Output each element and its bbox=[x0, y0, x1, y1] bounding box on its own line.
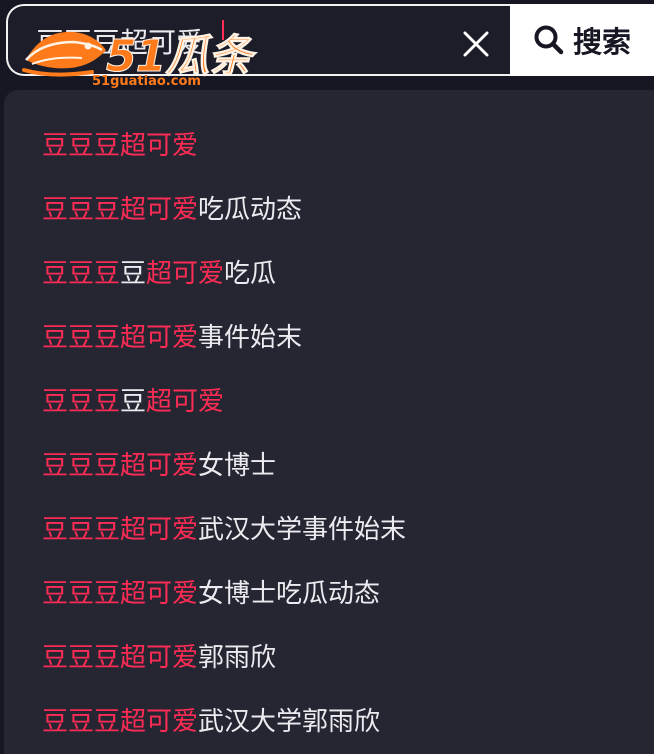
suggestion-match-text: 豆豆豆超可爱 bbox=[42, 579, 199, 609]
suggestion-item[interactable]: 豆豆豆超可爱武汉大学事件始末 bbox=[42, 510, 406, 550]
suggestion-extra-text: 豆 bbox=[120, 259, 147, 289]
logo-subtext: 51guatiao.com bbox=[92, 74, 201, 89]
suggestion-extra-text: 女博士吃瓜动态 bbox=[198, 579, 381, 609]
suggestion-item[interactable]: 豆豆豆超可爱郭雨欣 bbox=[42, 638, 276, 678]
suggestion-item[interactable]: 豆豆豆超可爱吃瓜动态 bbox=[42, 190, 302, 230]
suggestion-item[interactable]: 豆豆豆豆超可爱吃瓜 bbox=[42, 254, 276, 294]
suggestion-match-text: 豆豆豆超可爱 bbox=[42, 323, 199, 353]
suggestion-item[interactable]: 豆豆豆超可爱 bbox=[42, 126, 198, 166]
suggestion-extra-text: 吃瓜动态 bbox=[198, 195, 303, 225]
suggestion-item[interactable]: 豆豆豆超可爱女博士吃瓜动态 bbox=[42, 574, 380, 614]
suggestion-match-text: 超可爱 bbox=[146, 259, 225, 289]
search-button-label: 搜索 bbox=[572, 25, 631, 59]
suggestion-extra-text: 武汉大学事件始末 bbox=[198, 515, 407, 545]
search-icon bbox=[534, 25, 564, 55]
suggestion-item[interactable]: 豆豆豆超可爱武汉大学郭雨欣 bbox=[42, 702, 380, 742]
fish-logo-icon bbox=[22, 31, 106, 77]
suggestion-dropdown: 豆豆豆超可爱 豆豆豆超可爱吃瓜动态 豆豆豆豆超可爱吃瓜 豆豆豆超可爱事件始末 豆… bbox=[4, 90, 654, 754]
suggestion-extra-text: 女博士 bbox=[198, 451, 277, 481]
clear-search-button[interactable] bbox=[456, 24, 496, 64]
suggestion-match-text: 豆豆豆超可爱 bbox=[42, 643, 199, 673]
close-icon bbox=[463, 31, 489, 57]
search-button[interactable]: 搜索 bbox=[510, 4, 654, 76]
suggestion-match-text: 豆豆豆超可爱 bbox=[42, 451, 199, 481]
suggestion-match-text: 豆豆豆 bbox=[42, 387, 121, 417]
suggestion-match-text: 豆豆豆超可爱 bbox=[42, 131, 199, 161]
suggestion-item[interactable]: 豆豆豆超可爱事件始末 bbox=[42, 318, 302, 358]
site-logo: 51瓜条 51guatiao.com bbox=[22, 16, 258, 92]
suggestion-extra-text: 豆 bbox=[120, 387, 147, 417]
suggestion-item[interactable]: 豆豆豆超可爱女博士 bbox=[42, 446, 276, 486]
suggestion-match-text: 豆豆豆超可爱 bbox=[42, 707, 199, 737]
suggestion-match-text: 超可爱 bbox=[146, 387, 225, 417]
suggestion-extra-text: 事件始末 bbox=[198, 323, 303, 353]
suggestion-item[interactable]: 豆豆豆豆超可爱 bbox=[42, 382, 224, 422]
suggestion-match-text: 豆豆豆超可爱 bbox=[42, 195, 199, 225]
suggestion-match-text: 豆豆豆超可爱 bbox=[42, 515, 199, 545]
suggestion-extra-text: 武汉大学郭雨欣 bbox=[198, 707, 381, 737]
suggestion-extra-text: 吃瓜 bbox=[224, 259, 277, 289]
suggestion-match-text: 豆豆豆 bbox=[42, 259, 121, 289]
suggestion-extra-text: 郭雨欣 bbox=[198, 643, 277, 673]
